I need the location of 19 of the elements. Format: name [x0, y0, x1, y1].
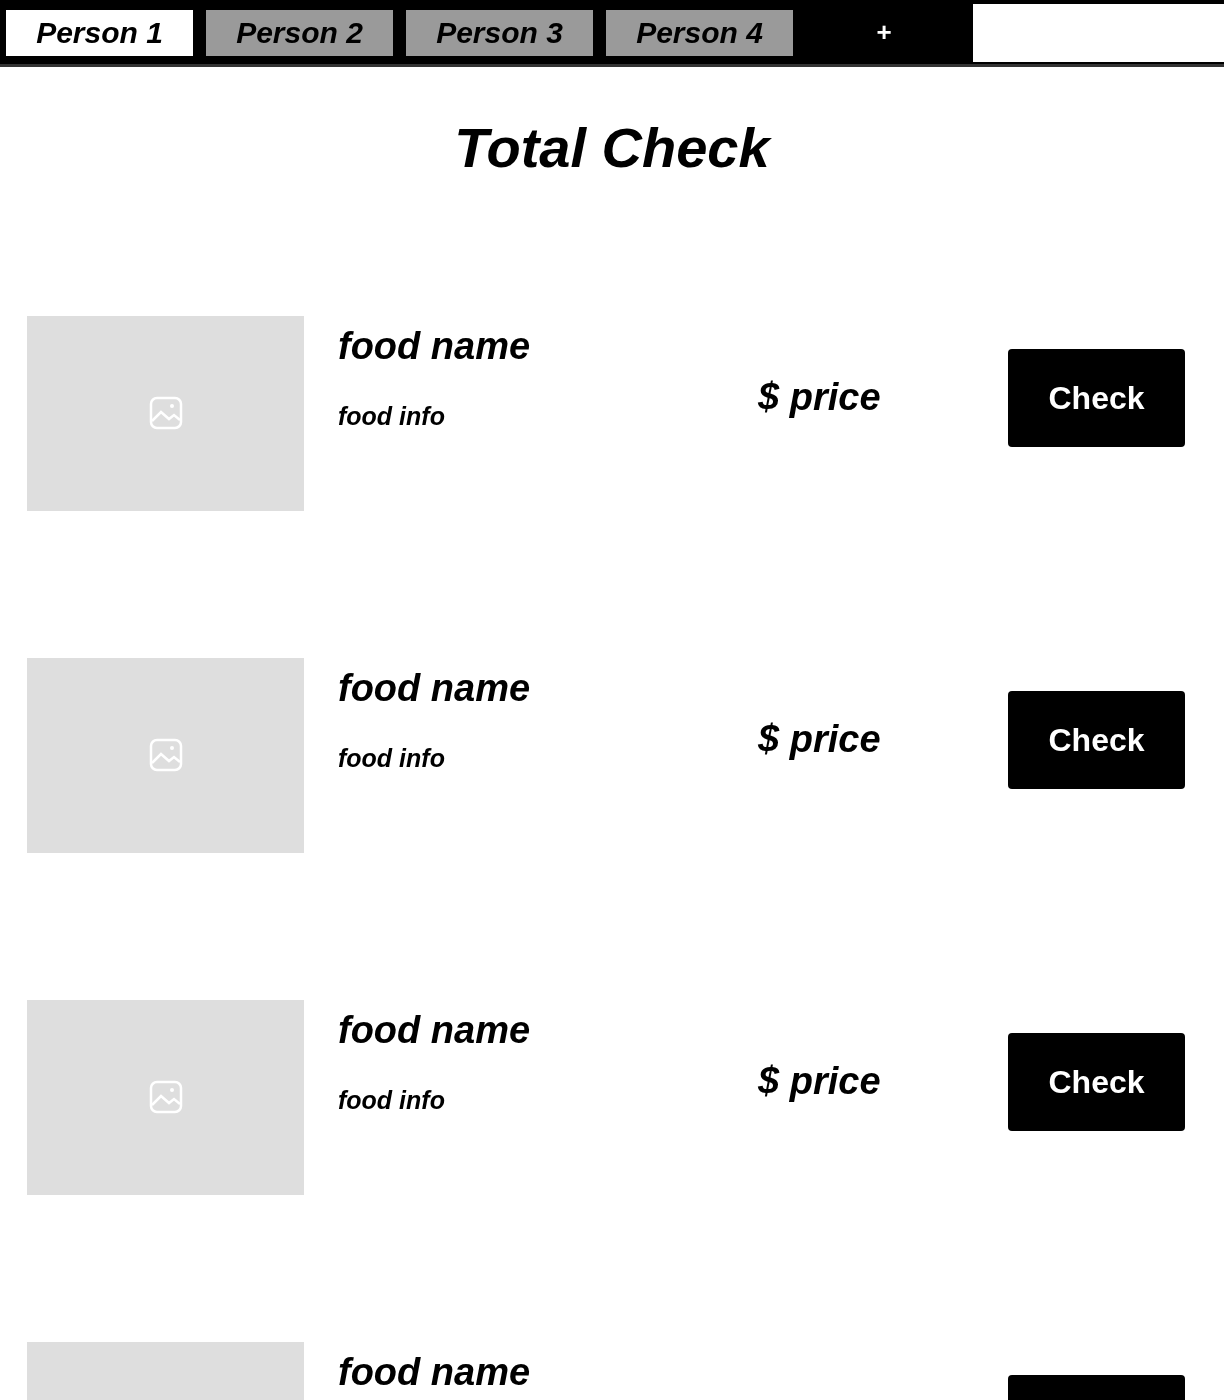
check-button[interactable]: Check — [1008, 349, 1185, 447]
person-tab[interactable]: Person 4 — [604, 8, 795, 58]
person-tab[interactable]: Person 2 — [204, 8, 395, 58]
food-info: food info — [338, 1086, 446, 1115]
food-name: food name — [338, 1008, 532, 1052]
food-name: food name — [338, 666, 532, 710]
food-name: food name — [338, 1350, 532, 1394]
check-button[interactable]: Check — [1008, 1033, 1185, 1131]
page-title: Total Check — [453, 115, 773, 181]
check-button[interactable]: Check — [1008, 691, 1185, 789]
input-field[interactable] — [973, 4, 1224, 62]
person-tab[interactable]: Person 1 — [4, 8, 195, 58]
food-price: $ price — [758, 376, 882, 419]
food-info: food info — [338, 744, 446, 773]
food-price: $ price — [758, 1060, 882, 1103]
food-price: $ price — [758, 718, 882, 761]
food-name: food name — [338, 324, 532, 368]
food-info: food info — [338, 402, 446, 431]
person-tab[interactable]: Person 3 — [404, 8, 595, 58]
